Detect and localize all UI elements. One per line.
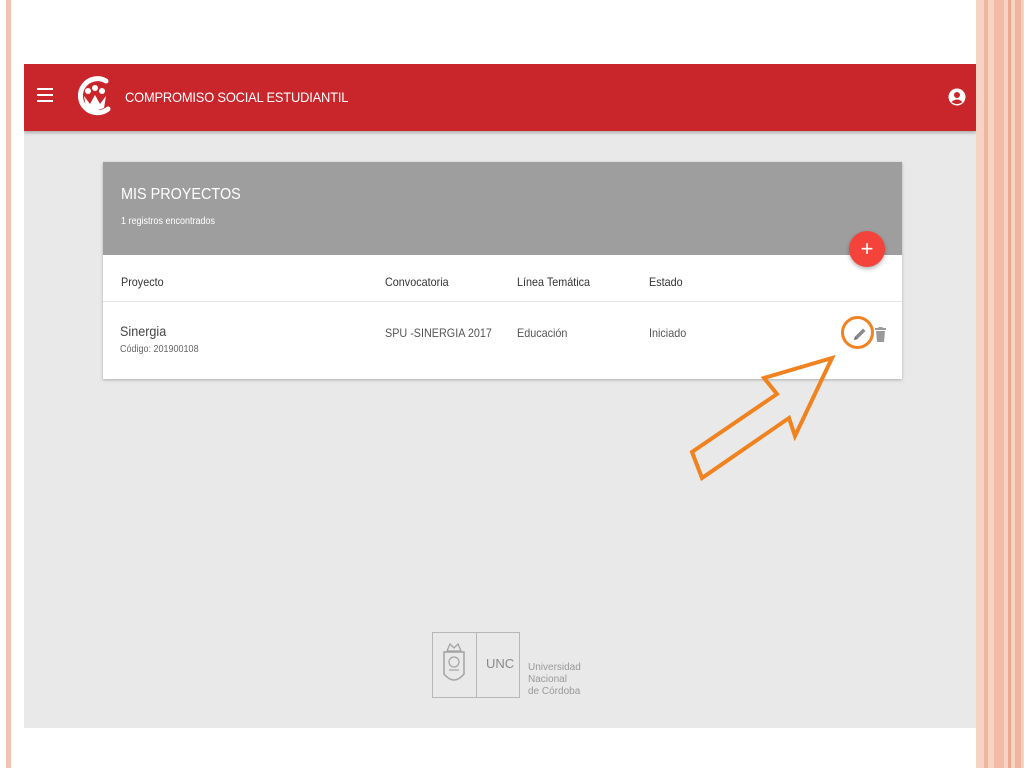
app-title: COMPROMISO SOCIAL ESTUDIANTIL — [125, 89, 349, 105]
hamburger-menu-icon[interactable] — [37, 88, 53, 102]
unc-footer-logo: UNC Universidad Nacional de Córdoba — [432, 632, 587, 700]
project-convocatoria: SPU -SINERGIA 2017 — [385, 326, 492, 340]
slide-left-border — [6, 0, 11, 768]
unc-name-line: Universidad — [528, 662, 581, 673]
column-header-proyecto: Proyecto — [121, 275, 164, 289]
table-divider — [103, 301, 902, 302]
records-count: 1 registros encontrados — [121, 216, 216, 227]
account-circle-icon[interactable] — [948, 88, 966, 106]
projects-card: MIS PROYECTOS 1 registros encontrados + … — [103, 162, 902, 379]
slide-right-border — [976, 0, 1024, 768]
column-header-estado: Estado — [649, 275, 683, 289]
column-header-linea-tematica: Línea Temática — [517, 275, 591, 289]
unc-name-line: de Córdoba — [528, 686, 581, 697]
trash-icon[interactable] — [875, 327, 886, 342]
unc-crest-icon — [443, 642, 465, 681]
card-header: MIS PROYECTOS 1 registros encontrados — [103, 162, 902, 255]
project-linea-tematica: Educación — [517, 326, 568, 340]
project-estado: Iniciado — [649, 326, 687, 340]
unc-name-line: Nacional — [528, 674, 567, 685]
project-code: Código: 201900108 — [120, 344, 199, 355]
card-title: MIS PROYECTOS — [121, 186, 241, 203]
top-app-bar: COMPROMISO SOCIAL ESTUDIANTIL — [24, 64, 976, 131]
project-name[interactable]: Sinergia — [120, 323, 166, 339]
app-screenshot: COMPROMISO SOCIAL ESTUDIANTIL MIS PROYEC… — [24, 64, 976, 728]
edit-button[interactable] — [852, 326, 868, 342]
unc-abbreviation: UNC — [486, 656, 515, 671]
compromiso-social-logo — [77, 76, 111, 116]
column-header-convocatoria: Convocatoria — [385, 275, 449, 289]
add-project-button[interactable]: + — [849, 231, 885, 267]
